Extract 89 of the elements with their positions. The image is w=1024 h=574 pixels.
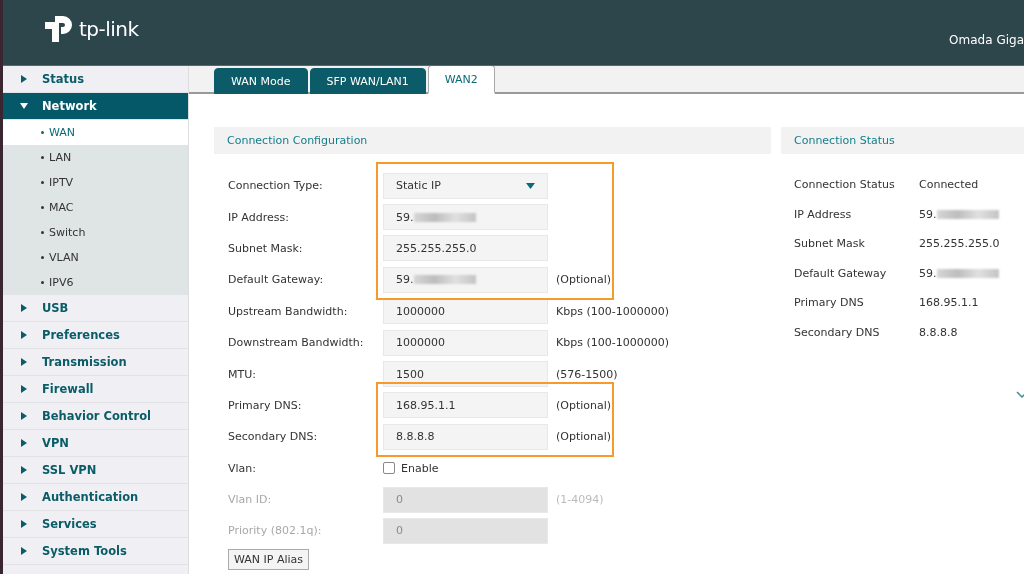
field-label: Priority (802.1q): bbox=[228, 524, 323, 538]
field-hint: (576-1500) bbox=[556, 367, 618, 381]
menu-item[interactable]: Network bbox=[3, 93, 188, 120]
submenu-item[interactable]: LAN bbox=[3, 145, 188, 170]
tab[interactable]: WAN Mode bbox=[214, 68, 308, 94]
tab[interactable]: SFP WAN/LAN1 bbox=[309, 68, 426, 94]
status-value: 8.8.8.8 bbox=[919, 325, 958, 339]
submenu-item[interactable]: VLAN bbox=[3, 245, 188, 270]
menu-item[interactable]: Firewall bbox=[3, 376, 188, 403]
triangle-right-icon bbox=[20, 439, 28, 447]
status-value: Connected bbox=[919, 178, 979, 192]
menu-item[interactable]: SSL VPN bbox=[3, 457, 188, 484]
status-label: Default Gateway bbox=[794, 266, 888, 280]
triangle-right-icon bbox=[20, 331, 28, 339]
bullet-icon bbox=[41, 206, 44, 209]
field-hint: (Optional) bbox=[556, 430, 612, 444]
status-label: Subnet Mask bbox=[794, 237, 866, 251]
menu-item[interactable]: Authentication bbox=[3, 484, 188, 511]
bullet-icon bbox=[41, 256, 44, 259]
status-value: 168.95.1.1 bbox=[919, 296, 979, 310]
triangle-right-icon bbox=[20, 75, 28, 83]
input-field[interactable]: 1000000 bbox=[383, 298, 548, 325]
field-label: IP Address: bbox=[228, 210, 290, 224]
menu-item[interactable]: USB bbox=[3, 295, 188, 322]
input-field[interactable]: 1000000 bbox=[383, 329, 548, 356]
menu-item[interactable]: VPN bbox=[3, 430, 188, 457]
bullet-icon bbox=[41, 281, 44, 284]
triangle-right-icon bbox=[20, 412, 28, 420]
field-label: Primary DNS: bbox=[228, 398, 303, 412]
triangle-right-icon bbox=[20, 547, 28, 555]
field-hint: (Optional) bbox=[556, 398, 612, 412]
input-field[interactable]: 8.8.8.8 bbox=[383, 423, 548, 450]
logo-text: tp-link bbox=[79, 17, 139, 41]
panel-title: Connection Configuration bbox=[227, 134, 368, 147]
field-hint: Kbps (100-1000000) bbox=[556, 336, 669, 350]
status-value: 255.255.255.0 bbox=[919, 237, 1000, 251]
caret-icon bbox=[526, 182, 535, 189]
field-label: Subnet Mask: bbox=[228, 241, 304, 255]
bullet-icon bbox=[41, 181, 44, 184]
wan-ip-alias-button[interactable]: WAN IP Alias bbox=[228, 548, 309, 570]
menu-item[interactable]: System Tools bbox=[3, 538, 188, 565]
triangle-right-icon bbox=[20, 520, 28, 528]
panel-title: Connection Status bbox=[794, 134, 895, 147]
input-field[interactable]: 168.95.1.1 bbox=[383, 392, 548, 419]
field-label: Vlan ID: bbox=[228, 493, 273, 507]
triangle-right-icon bbox=[20, 304, 28, 312]
field-label: Upstream Bandwidth: bbox=[228, 304, 349, 318]
input-field[interactable]: 255.255.255.0 bbox=[383, 235, 548, 262]
submenu-item[interactable]: IPV6 bbox=[3, 270, 188, 295]
bullet-icon bbox=[41, 231, 44, 234]
status-label: Secondary DNS bbox=[794, 325, 881, 339]
field-label: Default Gateway: bbox=[228, 273, 325, 287]
field-label: Vlan: bbox=[228, 461, 257, 475]
triangle-right-icon bbox=[20, 358, 28, 366]
field-label: MTU: bbox=[228, 367, 257, 381]
tab[interactable]: WAN2 bbox=[427, 66, 495, 94]
menu-item[interactable]: Services bbox=[3, 511, 188, 538]
input-field[interactable]: 1500 bbox=[383, 361, 548, 388]
status-value: 59. bbox=[919, 266, 937, 280]
checkbox[interactable] bbox=[383, 462, 395, 475]
menu-item[interactable]: Transmission bbox=[3, 349, 188, 376]
bullet-icon bbox=[41, 131, 44, 134]
field-label: Secondary DNS: bbox=[228, 430, 319, 444]
submenu-item[interactable]: IPTV bbox=[3, 170, 188, 195]
status-value: 59. bbox=[919, 207, 937, 221]
triangle-right-icon bbox=[20, 385, 28, 393]
field-hint: (Optional) bbox=[556, 273, 612, 287]
input-field[interactable]: 59. bbox=[383, 266, 548, 293]
status-label: Primary DNS bbox=[794, 296, 865, 310]
input-field[interactable]: 59. bbox=[383, 204, 548, 231]
status-label: IP Address bbox=[794, 207, 853, 221]
field-label: Connection Type: bbox=[228, 179, 324, 193]
bullet-icon bbox=[41, 156, 44, 159]
menu-item[interactable]: Behavior Control bbox=[3, 403, 188, 430]
field-hint: Kbps (100-1000000) bbox=[556, 304, 669, 318]
logo-icon bbox=[45, 14, 75, 44]
submenu-item[interactable]: Switch bbox=[3, 220, 188, 245]
status-label: Connection Status bbox=[794, 178, 896, 192]
triangle-right-icon bbox=[20, 466, 28, 474]
triangle-down-icon bbox=[20, 102, 28, 110]
checkbox-label: Enable bbox=[401, 461, 439, 475]
field-hint: (1-4094) bbox=[556, 493, 604, 507]
device-name: Omada Giga bbox=[949, 33, 1024, 47]
submenu-item[interactable]: MAC bbox=[3, 195, 188, 220]
triangle-right-icon bbox=[20, 493, 28, 501]
dropdown[interactable]: Static IP bbox=[383, 172, 548, 199]
field-label: Downstream Bandwidth: bbox=[228, 336, 365, 350]
submenu-item[interactable]: WAN bbox=[3, 120, 188, 145]
menu-item[interactable]: Preferences bbox=[3, 322, 188, 349]
